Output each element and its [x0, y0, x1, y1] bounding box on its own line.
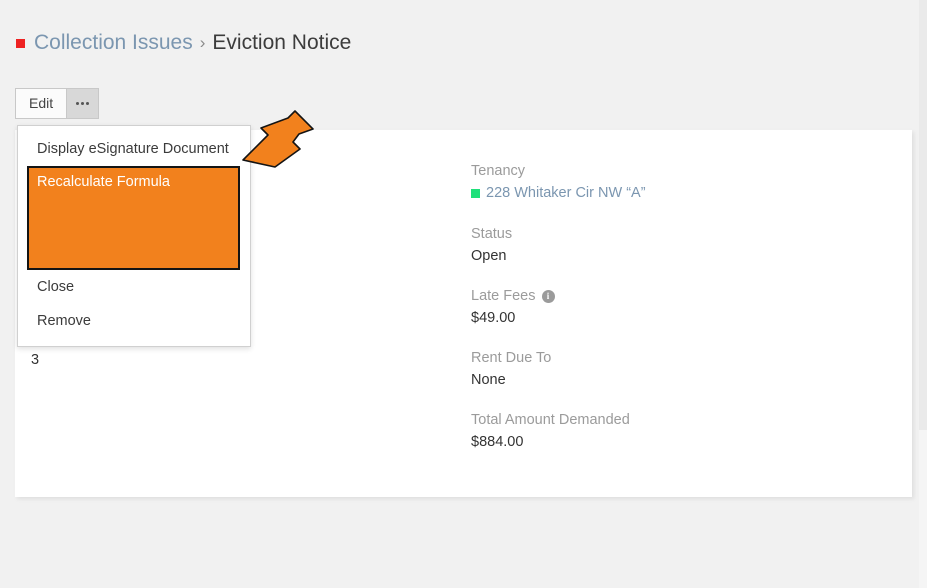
field-status: Status Open	[471, 225, 891, 267]
field-value: $49.00	[471, 310, 516, 326]
menu-item-display-esignature-document[interactable]: Display eSignature Document	[18, 132, 250, 166]
field-label: Tenancy	[471, 162, 891, 181]
field-label-text: Status	[471, 226, 513, 242]
breadcrumb-separator: ›	[199, 33, 206, 52]
status-badge: Open	[471, 248, 507, 264]
info-icon[interactable]: i	[541, 290, 555, 303]
field-rent-due-to: Rent Due To None	[471, 349, 891, 391]
tenancy-link-text: 228 Whitaker Cir NW “A”	[486, 185, 646, 201]
page-title: Eviction Notice	[212, 31, 352, 54]
breadcrumb: Collection Issues › Eviction Notice	[16, 32, 351, 53]
field-label-text: Total Amount Demanded	[471, 412, 630, 428]
record-toolbar: Edit	[15, 88, 100, 119]
field-value: $884.00	[471, 434, 524, 450]
field-value: 3	[31, 352, 40, 368]
breadcrumb-parent-link[interactable]: Collection Issues	[34, 32, 193, 53]
menu-item-close[interactable]: Close	[18, 270, 250, 304]
field-label: Total Amount Demanded	[471, 411, 891, 430]
page-scrollbar-thumb[interactable]	[919, 0, 927, 430]
edit-button[interactable]: Edit	[15, 88, 67, 119]
field-value: None	[471, 372, 506, 388]
field-tenancy: Tenancy 228 Whitaker Cir NW “A”	[471, 162, 891, 205]
page-scrollbar[interactable]	[919, 0, 927, 588]
red-square-icon	[16, 39, 25, 48]
field-value: 228 Whitaker Cir NW “A”	[471, 183, 891, 205]
field-label-text: Rent Due To	[471, 350, 552, 366]
ellipsis-icon	[76, 101, 90, 105]
green-square-icon	[471, 189, 480, 198]
menu-item-recalculate-formula[interactable]: Recalculate Formula	[27, 166, 240, 270]
field-total-amount-demanded: Total Amount Demanded $884.00	[471, 411, 891, 453]
field-label-text: Tenancy	[471, 163, 526, 179]
field-late-fees: Late Fees i $49.00	[471, 287, 891, 329]
more-actions-menu: Display eSignature Document Recalculate …	[17, 125, 251, 347]
tenancy-link[interactable]: 228 Whitaker Cir NW “A”	[471, 183, 646, 204]
field-label: Late Fees i	[471, 287, 891, 306]
field-label: Status	[471, 225, 891, 244]
field-label-text: Late Fees	[471, 288, 536, 304]
field-label: Rent Due To	[471, 349, 891, 368]
more-actions-button[interactable]	[66, 88, 100, 119]
right-field-column: Tenancy 228 Whitaker Cir NW “A” Status O…	[471, 162, 891, 473]
menu-item-remove[interactable]: Remove	[18, 304, 250, 338]
